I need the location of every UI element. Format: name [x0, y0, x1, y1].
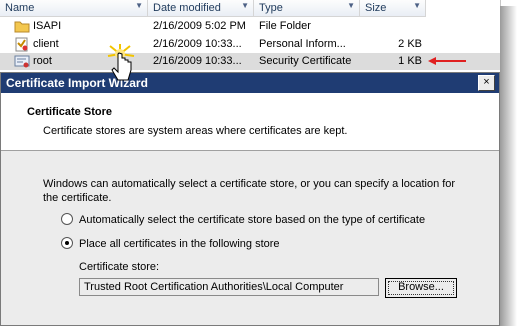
close-icon[interactable]: × [478, 75, 495, 91]
file-date: 2/16/2009 10:33... [153, 38, 242, 50]
radio-label: Automatically select the certificate sto… [79, 214, 426, 226]
chevron-down-icon[interactable]: ▼ [241, 1, 249, 10]
column-label: Type [259, 2, 283, 14]
file-type: File Folder [259, 20, 311, 32]
certificate-import-wizard: Certificate Import Wizard × Certificate … [0, 72, 500, 326]
chevron-down-icon[interactable]: ▼ [413, 1, 421, 10]
file-type: Personal Inform... [259, 38, 346, 50]
radio-label: Place all certificates in the following … [79, 238, 280, 250]
file-name: root [33, 55, 52, 67]
file-size: 1 KB [398, 55, 422, 67]
certificate-icon [14, 54, 30, 69]
chevron-down-icon[interactable]: ▼ [135, 1, 143, 10]
browse-label: Browse... [398, 281, 444, 293]
file-date: 2/16/2009 10:33... [153, 55, 242, 67]
column-header-date[interactable]: Date modified ▼ [148, 0, 254, 17]
column-header-size[interactable]: Size ▼ [360, 0, 426, 17]
radio-button-selected[interactable] [61, 237, 73, 249]
browse-button[interactable]: Browse... [385, 278, 457, 298]
radio-place-in-store[interactable]: Place all certificates in the following … [61, 237, 280, 250]
radio-button[interactable] [61, 213, 73, 225]
wizard-header: Certificate Store Certificate stores are… [1, 93, 499, 151]
column-label: Name [5, 2, 35, 14]
section-description: Certificate stores are system areas wher… [43, 125, 348, 137]
red-arrow-icon [428, 56, 468, 69]
instructions-text: Windows can automatically select a certi… [43, 178, 456, 204]
column-label: Size [365, 2, 387, 14]
table-row[interactable]: ISAPI 2/16/2009 5:02 PM File Folder [0, 18, 500, 35]
file-date: 2/16/2009 5:02 PM [153, 20, 246, 32]
file-list: Name ▼ Date modified ▼ Type ▼ Size ▼ ISA… [0, 0, 501, 72]
chevron-down-icon[interactable]: ▼ [347, 1, 355, 10]
file-name: client [33, 38, 59, 50]
mouse-cursor-icon [106, 44, 140, 92]
column-header-name[interactable]: Name ▼ [0, 0, 148, 17]
file-type: Security Certificate [259, 55, 352, 67]
certificate-store-field: Trusted Root Certification Authorities\L… [79, 278, 379, 296]
title-bar[interactable]: Certificate Import Wizard × [1, 73, 499, 93]
column-header-type[interactable]: Type ▼ [254, 0, 360, 17]
table-row[interactable]: root 2/16/2009 10:33... Security Certifi… [0, 53, 500, 70]
table-row[interactable]: client 2/16/2009 10:33... Personal Infor… [0, 36, 500, 53]
radio-auto-select[interactable]: Automatically select the certificate sto… [61, 213, 425, 226]
folder-icon [14, 19, 30, 34]
file-size: 2 KB [398, 38, 422, 50]
personal-cert-icon [14, 37, 30, 52]
file-name: ISAPI [33, 20, 62, 32]
column-label: Date modified [153, 2, 221, 14]
window-shadow [500, 6, 517, 326]
section-title: Certificate Store [27, 106, 112, 118]
store-label: Certificate store: [79, 261, 160, 273]
